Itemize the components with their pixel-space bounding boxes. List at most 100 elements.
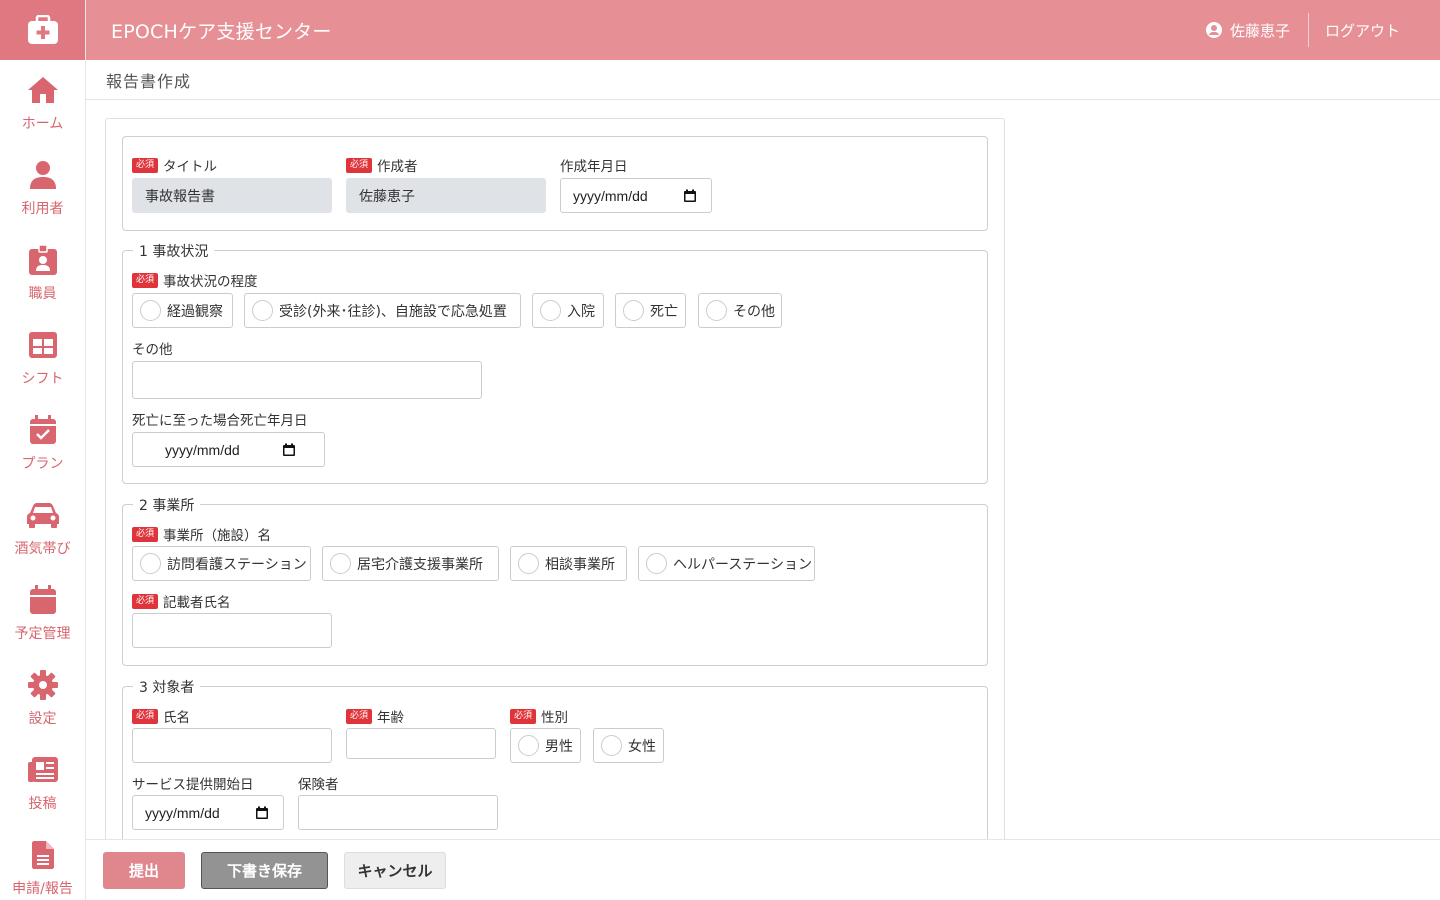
sidebar-item-settings[interactable]: 設定 — [0, 655, 85, 740]
subject-name-label: 必須 氏名 — [132, 706, 190, 726]
radio-label: 相談事業所 — [545, 556, 615, 573]
calendar-icon — [29, 584, 56, 614]
radio-circle[interactable] — [540, 300, 561, 321]
sidebar-item-label: 設定 — [28, 710, 57, 727]
sidebar-item-home[interactable]: ホーム — [0, 60, 85, 145]
section-2-legend: 2 事業所 — [133, 495, 201, 515]
author-field[interactable]: 佐藤恵子 — [346, 178, 546, 213]
calendar-picker-icon[interactable] — [255, 806, 269, 820]
gender-option-female[interactable]: 女性 — [593, 728, 664, 763]
sidebar-item-label: シフト — [21, 370, 64, 387]
home-icon — [27, 76, 58, 103]
sidebar-item-schedule[interactable]: 予定管理 — [0, 570, 85, 655]
radio-circle[interactable] — [706, 300, 727, 321]
death-date-label: 死亡に至った場合死亡年月日 — [132, 409, 308, 429]
submit-button[interactable]: 提出 — [103, 851, 185, 889]
created-date-label: 作成年月日 — [560, 155, 628, 175]
radio-circle[interactable] — [518, 553, 539, 574]
calendar-picker-icon[interactable] — [683, 189, 697, 203]
gender-label: 必須 性別 — [510, 706, 568, 726]
facility-option-consultation[interactable]: 相談事業所 — [510, 546, 627, 581]
radio-circle[interactable] — [646, 553, 667, 574]
age-label: 必須 年齢 — [346, 706, 404, 726]
user-menu[interactable]: 佐藤恵子 — [1205, 20, 1308, 41]
writer-label-text: 記載者氏名 — [163, 595, 231, 611]
radio-circle[interactable] — [140, 553, 161, 574]
title-label-text: タイトル — [163, 159, 218, 175]
writer-name-input[interactable] — [132, 613, 332, 648]
radio-label: 訪問看護ステーション — [167, 556, 307, 573]
gender-option-male[interactable]: 男性 — [510, 728, 581, 763]
calendar-picker-icon[interactable] — [282, 443, 296, 457]
insurer-label-text: 保険者 — [298, 777, 339, 793]
radio-label: 死亡 — [650, 303, 678, 320]
radio-label: 男性 — [545, 738, 573, 755]
table-icon — [28, 331, 57, 358]
severity-option-observation[interactable]: 経過観察 — [132, 293, 233, 328]
title-value: 事故報告書 — [145, 188, 215, 205]
gender-label-text: 性別 — [541, 710, 569, 726]
radio-circle[interactable] — [601, 735, 622, 756]
author-value: 佐藤恵子 — [359, 188, 415, 205]
save-draft-button[interactable]: 下書き保存 — [201, 851, 328, 889]
app-logo[interactable] — [0, 0, 85, 60]
sidebar-item-users[interactable]: 利用者 — [0, 145, 85, 230]
insurer-input[interactable] — [298, 795, 498, 830]
sidebar-item-shift[interactable]: シフト — [0, 315, 85, 400]
newspaper-icon — [27, 756, 58, 782]
radio-circle[interactable] — [518, 735, 539, 756]
severity-label-text: 事故状況の程度 — [163, 274, 258, 290]
user-icon — [29, 160, 56, 189]
age-input[interactable] — [346, 728, 496, 759]
radio-label: ヘルパーステーション — [673, 556, 813, 573]
severity-option-consultation[interactable]: 受診(外来･往診)、自施設で応急処置 — [244, 293, 521, 328]
death-date-input[interactable]: yyyy/mm/dd — [132, 432, 325, 467]
cancel-button[interactable]: キャンセル — [344, 851, 446, 889]
other-input[interactable] — [132, 361, 482, 399]
page-title: 報告書作成 — [106, 71, 192, 91]
facility-option-helper[interactable]: ヘルパーステーション — [638, 546, 815, 581]
service-start-date-input[interactable]: yyyy/mm/dd — [132, 795, 284, 830]
sidebar-item-label: ホーム — [21, 115, 64, 132]
sidebar-item-posts[interactable]: 投稿 — [0, 740, 85, 825]
sidebar-item-staff[interactable]: 職員 — [0, 230, 85, 315]
sidebar-item-label: プラン — [21, 455, 64, 472]
report-form: 必須 タイトル 事故報告書 必須 作成者 佐藤恵子 作成年月日 yyyy/mm/… — [105, 118, 1005, 878]
radio-circle[interactable] — [252, 300, 273, 321]
sidebar-item-alcohol[interactable]: 酒気帯び — [0, 485, 85, 570]
facility-option-nursing[interactable]: 訪問看護ステーション — [132, 546, 311, 581]
logout-button[interactable]: ログアウト — [1309, 20, 1440, 41]
radio-circle[interactable] — [140, 300, 161, 321]
radio-circle[interactable] — [623, 300, 644, 321]
gear-icon — [27, 669, 58, 700]
severity-option-death[interactable]: 死亡 — [615, 293, 686, 328]
date-placeholder: yyyy/mm/dd — [165, 441, 240, 458]
radio-label: 入院 — [567, 303, 595, 320]
user-name: 佐藤恵子 — [1229, 21, 1290, 40]
basic-info-box: 必須 タイトル 事故報告書 必須 作成者 佐藤恵子 作成年月日 yyyy/mm/… — [122, 136, 988, 231]
required-badge: 必須 — [132, 157, 159, 173]
created-date-input[interactable]: yyyy/mm/dd — [560, 178, 712, 213]
section-3-legend: 3 対象者 — [133, 677, 201, 697]
facility-option-care-support[interactable]: 居宅介護支援事業所 — [322, 546, 499, 581]
severity-option-hospitalization[interactable]: 入院 — [532, 293, 604, 328]
insurer-label: 保険者 — [298, 773, 339, 793]
medical-kit-icon — [28, 15, 58, 44]
accident-status-box: 1 事故状況 必須 事故状況の程度 経過観察 受診(外来･往診)、自施設で応急処… — [122, 241, 988, 484]
document-icon — [31, 840, 54, 869]
severity-option-other[interactable]: その他 — [698, 293, 782, 328]
subject-name-input[interactable] — [132, 728, 332, 763]
section-1-legend: 1 事故状況 — [133, 241, 215, 261]
radio-label: 受診(外来･往診)、自施設で応急処置 — [279, 303, 507, 320]
radio-circle[interactable] — [330, 553, 351, 574]
sidebar-item-label: 予定管理 — [14, 625, 71, 642]
radio-label: 経過観察 — [167, 303, 223, 320]
sidebar-item-plan[interactable]: プラン — [0, 400, 85, 485]
severity-label: 必須 事故状況の程度 — [132, 270, 258, 290]
author-label: 必須 作成者 — [346, 155, 418, 175]
service-start-label: サービス提供開始日 — [132, 773, 254, 793]
title-field[interactable]: 事故報告書 — [132, 178, 332, 213]
sidebar-item-reports[interactable]: 申請/報告 — [0, 825, 85, 900]
required-badge: 必須 — [132, 272, 159, 288]
sidebar-item-label: 投稿 — [28, 795, 57, 812]
